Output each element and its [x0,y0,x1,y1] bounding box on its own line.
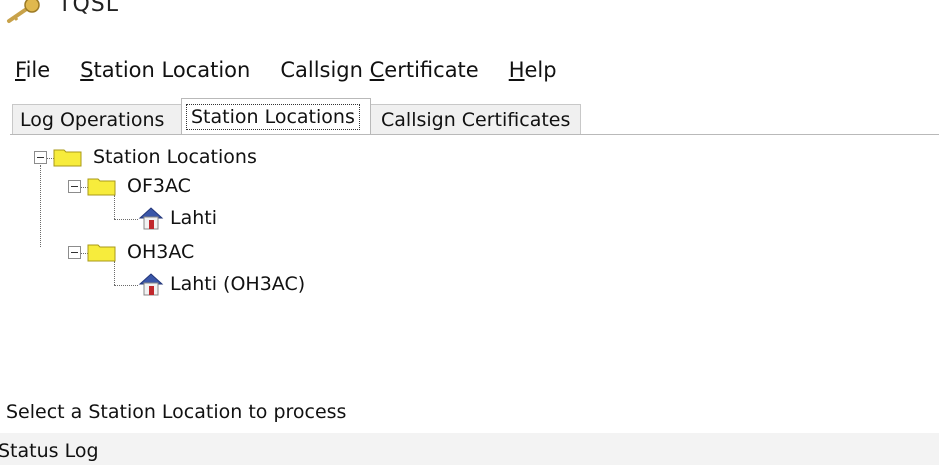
tree-node-label: Lahti (OH3AC) [170,273,306,295]
tree-node-group[interactable]: OF3AC [68,175,191,197]
tree-node-location[interactable]: Lahti [138,205,217,231]
tree-node-label: Station Locations [93,146,257,168]
collapse-icon[interactable] [68,245,81,259]
status-log-bar[interactable]: Status Log [0,433,939,465]
folder-icon [53,147,83,167]
menu-file[interactable]: File [0,58,65,82]
tree-node-root[interactable]: Station Locations [34,146,257,168]
key-icon [6,0,42,24]
window-title: TQSL [58,0,119,17]
menu-help[interactable]: Help [494,58,572,82]
tree-node-label: Lahti [170,207,217,229]
tab-callsign-certificates[interactable]: Callsign Certificates [370,104,581,134]
tree-connector [40,165,41,247]
menu-callsign-certificate[interactable]: Callsign Certificate [265,58,493,82]
tree-node-label: OF3AC [127,175,191,197]
collapse-icon[interactable] [68,179,81,193]
tree-node-label: OH3AC [127,241,195,263]
collapse-icon[interactable] [34,150,47,164]
folder-icon [87,242,117,262]
house-icon [138,205,164,231]
house-icon [138,271,164,297]
folder-icon [87,176,117,196]
tree-connector [114,195,115,219]
title-bar: TQSL [0,0,939,40]
tab-station-locations[interactable]: Station Locations [181,98,371,134]
status-log-label: Status Log [0,440,99,462]
station-location-tree[interactable]: Station Locations OF3AC Lahti OH3AC Laht… [0,135,939,385]
tab-bar: Log Operations Station Locations Callsig… [0,98,939,134]
tree-node-location[interactable]: Lahti (OH3AC) [138,271,305,297]
status-message: Select a Station Location to process [6,401,347,423]
tree-node-group[interactable]: OH3AC [68,241,194,263]
tree-connector [114,261,115,285]
menu-station-location[interactable]: Station Location [65,58,265,82]
tree-connector [114,285,138,286]
tree-connector [114,219,138,220]
menu-bar: File Station Location Callsign Certifica… [0,52,939,88]
tab-log-operations[interactable]: Log Operations [12,104,182,134]
